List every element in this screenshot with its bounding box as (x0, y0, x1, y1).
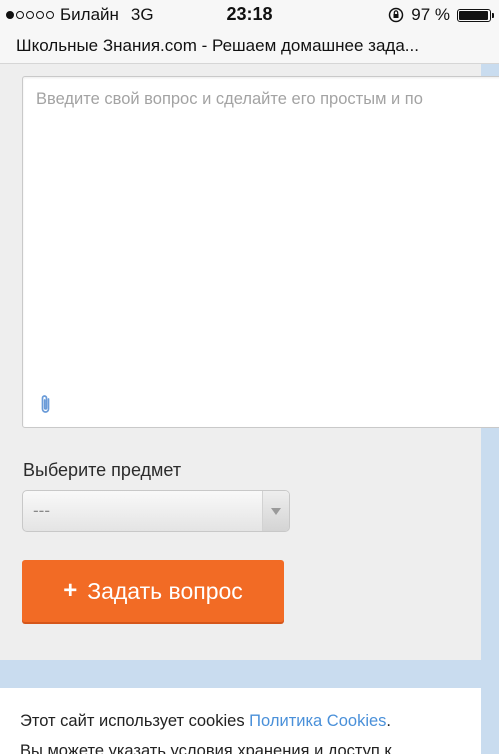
subject-select[interactable]: --- (22, 490, 290, 532)
paperclip-icon[interactable] (37, 393, 55, 417)
cookie-text: Этот сайт использует cookies Политика Co… (20, 712, 391, 731)
ask-question-form: Введите свой вопрос и сделайте его прост… (0, 64, 499, 660)
signal-icon (6, 11, 54, 19)
battery-percent: 97 % (411, 5, 450, 24)
carrier-name: Билайн (60, 5, 119, 24)
subject-select-value: --- (33, 501, 50, 520)
battery-icon (457, 8, 494, 22)
ask-question-button-label: Задать вопрос (87, 577, 243, 604)
cookie-notice-end: . (386, 712, 392, 730)
network-type: 3G (130, 5, 154, 24)
status-bar: Билайн 3G 23:18 97 % (0, 0, 499, 30)
status-left: Билайн 3G (6, 5, 154, 25)
browser-title-bar[interactable]: Школьные Знания.com - Решаем домашнее за… (0, 30, 499, 64)
chevron-down-icon (262, 491, 289, 531)
question-placeholder: Введите свой вопрос и сделайте его прост… (36, 90, 423, 108)
subject-label: Выберите предмет (23, 460, 182, 480)
ask-question-button[interactable]: + Задать вопрос (22, 560, 284, 622)
cookie-banner: Этот сайт использует cookies Политика Co… (0, 688, 481, 754)
page-title: Школьные Знания.com - Решаем домашнее за… (16, 36, 419, 55)
question-textarea[interactable]: Введите свой вопрос и сделайте его прост… (22, 76, 499, 428)
rotation-lock-icon (389, 7, 404, 23)
cookie-policy-link[interactable]: Политика Cookies (249, 712, 386, 730)
cookie-text-second-line: Вы можете указать условия хранения и дос… (20, 742, 392, 754)
cookie-notice: Этот сайт использует cookies (20, 712, 245, 730)
status-right: 97 % (388, 5, 494, 25)
plus-icon: + (63, 577, 78, 604)
